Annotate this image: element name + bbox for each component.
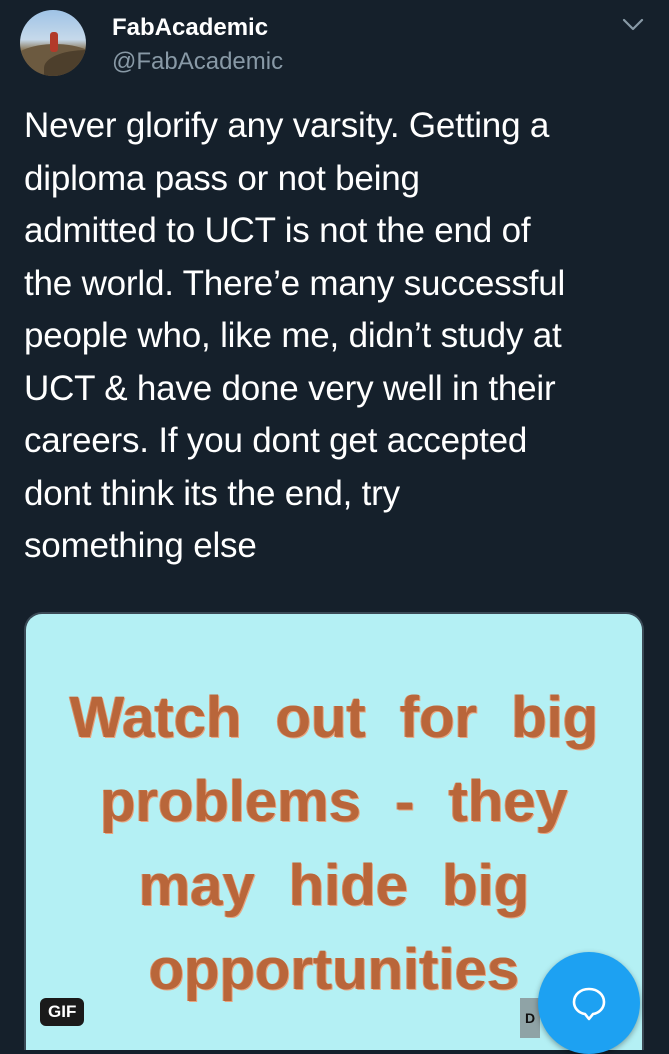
reply-bubble-icon [572, 987, 606, 1021]
gif-corner-mark: D [520, 998, 540, 1038]
author-handle[interactable]: @FabAcademic [112, 48, 283, 76]
avatar[interactable] [20, 10, 86, 76]
tweet-text: Never glorify any varsity. Getting a dip… [24, 106, 566, 565]
chevron-down-icon[interactable] [622, 18, 644, 32]
tweet-header: FabAcademic @FabAcademic [20, 4, 650, 82]
gif-caption: Watch out for big problems - they may hi… [69, 685, 599, 1002]
avatar-figure [50, 32, 58, 52]
author-name[interactable]: FabAcademic [112, 14, 268, 42]
gif-badge: GIF [40, 998, 85, 1026]
reply-fab-button[interactable] [538, 952, 640, 1054]
